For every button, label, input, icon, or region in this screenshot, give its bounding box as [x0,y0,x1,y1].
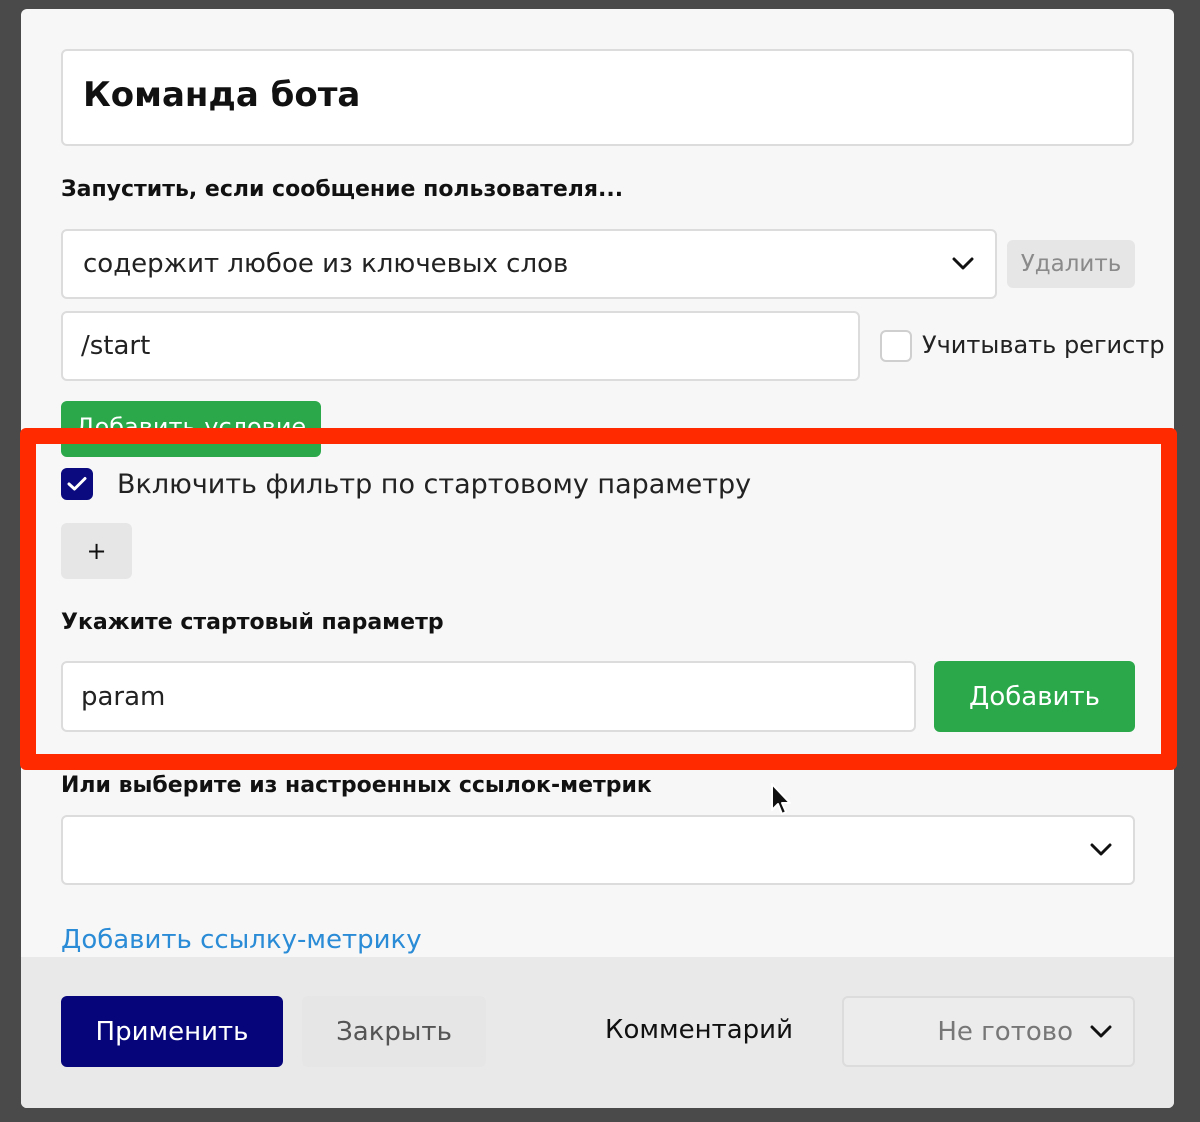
add-metric-link[interactable]: Добавить ссылку-метрику [61,925,422,955]
chevron-down-icon [1089,1020,1113,1044]
keyword-input[interactable]: /start [61,311,860,381]
comment-button[interactable]: Комментарий [605,1015,793,1045]
apply-button[interactable]: Применить [61,996,283,1067]
start-param-input-value: param [81,681,166,712]
metric-label: Или выберите из настроенных ссылок-метри… [61,773,652,798]
start-param-input[interactable]: param [61,661,916,732]
chevron-down-icon [951,252,975,276]
chevron-down-icon [1089,838,1113,862]
delete-condition-button[interactable]: Удалить [1007,240,1135,288]
keyword-input-value: /start [81,331,151,361]
bot-command-dialog: Команда бота Запустить, если сообщение п… [21,9,1174,1108]
start-param-label: Укажите стартовый параметр [61,610,444,635]
status-select[interactable]: Не готово [842,996,1135,1067]
command-title-field[interactable]: Команда бота [61,49,1134,146]
add-condition-button[interactable]: Добавить условие [61,401,321,457]
case-sensitive-checkbox[interactable] [880,330,912,362]
plus-button[interactable]: + [61,523,132,579]
condition-select[interactable]: содержит любое из ключевых слов [61,229,997,299]
trigger-label: Запустить, если сообщение пользователя..… [61,177,624,202]
status-select-value: Не готово [937,1016,1073,1047]
checkmark-icon [67,477,87,491]
start-filter-label: Включить фильтр по стартовому параметру [117,469,752,500]
close-button[interactable]: Закрыть [302,996,486,1067]
metric-select[interactable] [61,815,1135,885]
start-filter-checkbox[interactable] [61,468,93,500]
condition-select-value: содержит любое из ключевых слов [83,249,569,279]
case-sensitive-label: Учитывать регистр [922,331,1165,359]
add-param-button[interactable]: Добавить [934,661,1135,732]
mouse-cursor-icon [771,783,791,815]
